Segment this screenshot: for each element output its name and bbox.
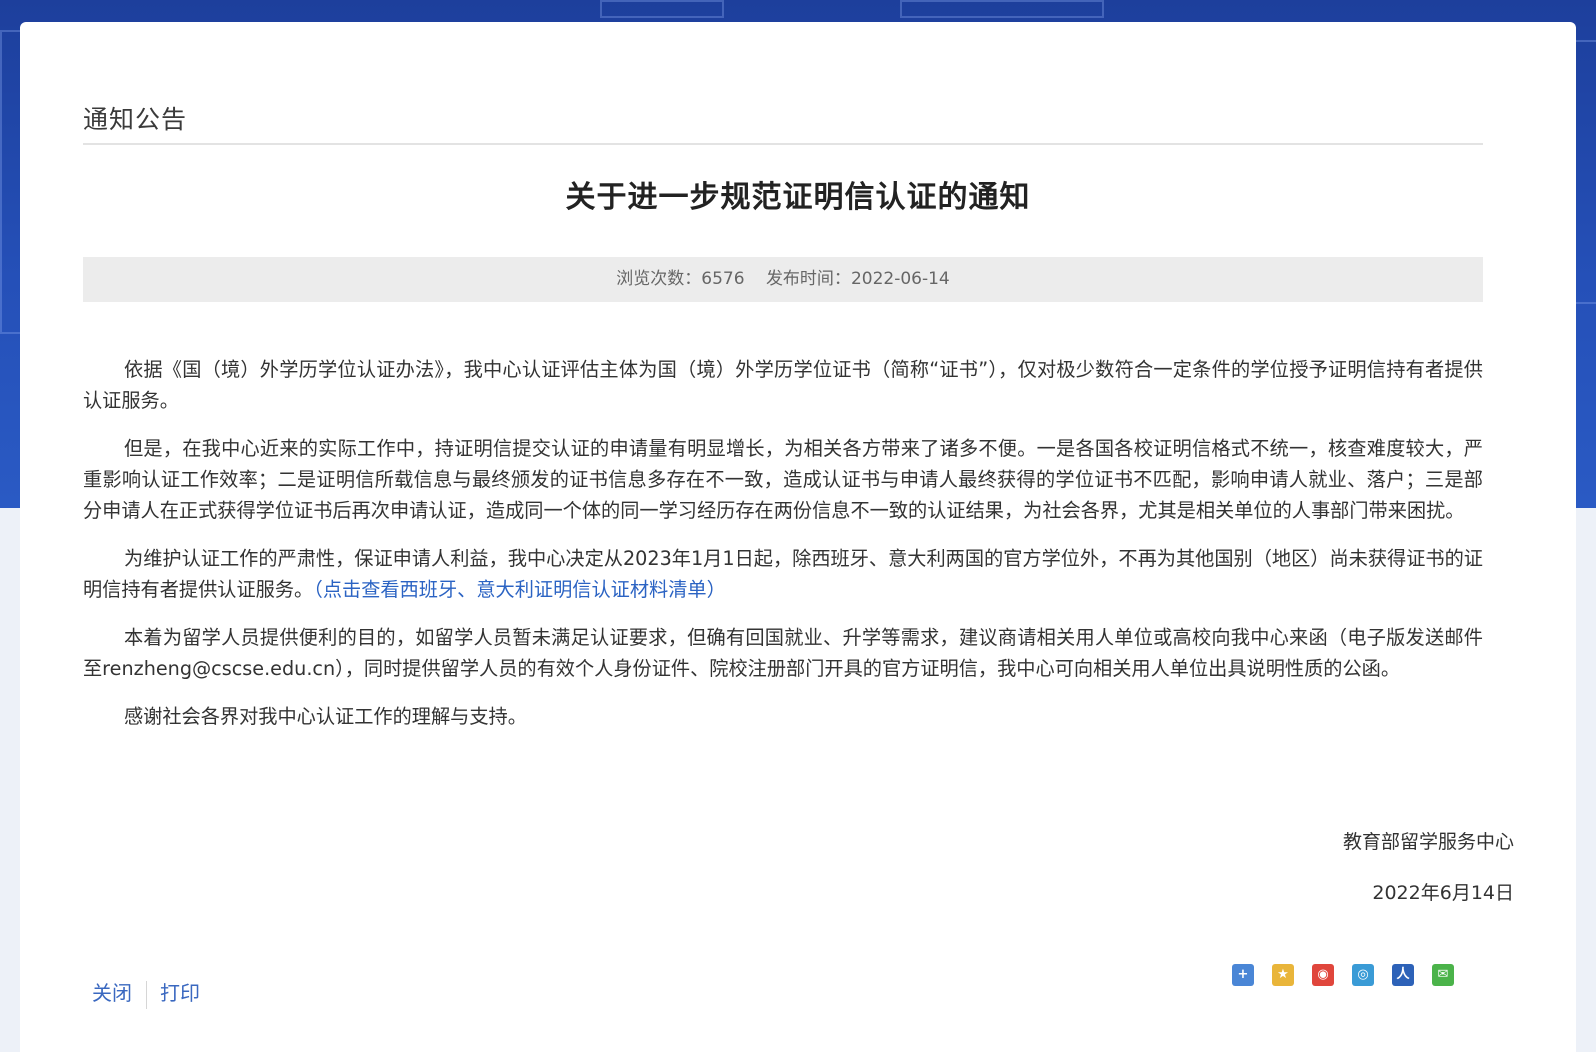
article-card: 通知公告 关于进一步规范证明信认证的通知 浏览次数：6576 发布时间：2022…: [20, 22, 1576, 1052]
date-meta: 发布时间：2022-06-14: [766, 269, 950, 289]
paragraph-3: 为维护认证工作的严肃性，保证申请人利益，我中心决定从2023年1月1日起，除西班…: [83, 543, 1483, 605]
paragraph-5: 感谢社会各界对我中心认证工作的理解与支持。: [124, 705, 527, 728]
publish-date: 2022-06-14: [850, 269, 950, 289]
actions-divider: [146, 980, 147, 1009]
share-bar: + ★ ◉ ◎ 人 ✉: [1232, 964, 1472, 986]
paragraph-1: 依据《国（境）外学历学位认证办法》，我中心认证评估主体为国（境）外学历学位证书（…: [83, 358, 1483, 412]
print-button[interactable]: 打印: [160, 981, 200, 1005]
views-label: 浏览次数：: [616, 269, 702, 289]
views-count: 6576: [701, 269, 745, 289]
plus-icon[interactable]: +: [1232, 964, 1254, 986]
weibo-icon[interactable]: ◉: [1312, 964, 1334, 986]
article-actions: 关闭 打印: [92, 977, 200, 1009]
views-meta: 浏览次数：6576: [616, 269, 744, 289]
wechat-icon[interactable]: ✉: [1432, 964, 1454, 986]
paragraph-3-text: 为维护认证工作的严肃性，保证申请人利益，我中心决定从2023年1月1日起，除西班…: [83, 547, 1483, 601]
renren-icon[interactable]: 人: [1392, 964, 1414, 986]
paragraph-2: 但是，在我中心近来的实际工作中，持证明信提交认证的申请量有明显增长，为相关各方带…: [83, 437, 1483, 522]
article-meta: 浏览次数：6576 发布时间：2022-06-14: [83, 257, 1483, 302]
paragraph-4: 本着为留学人员提供便利的目的，如留学人员暂未满足认证要求，但确有回国就业、升学等…: [83, 626, 1483, 680]
date-label: 发布时间：: [765, 269, 851, 289]
signature-date: 2022年6月14日: [1372, 882, 1514, 904]
article-title: 关于进一步规范证明信认证的通知: [565, 180, 1031, 215]
materials-list-link[interactable]: （点击查看西班牙、意大利证明信认证材料清单）: [313, 578, 726, 601]
qzone-icon[interactable]: ★: [1272, 964, 1294, 986]
title-divider: [83, 143, 1483, 145]
section-title: 通知公告: [83, 105, 188, 134]
article-body: 依据《国（境）外学历学位认证办法》，我中心认证评估主体为国（境）外学历学位证书（…: [83, 354, 1483, 749]
tencent-weibo-icon[interactable]: ◎: [1352, 964, 1374, 986]
signature-organization: 教育部留学服务中心: [1342, 831, 1514, 853]
close-button[interactable]: 关闭: [92, 981, 132, 1005]
